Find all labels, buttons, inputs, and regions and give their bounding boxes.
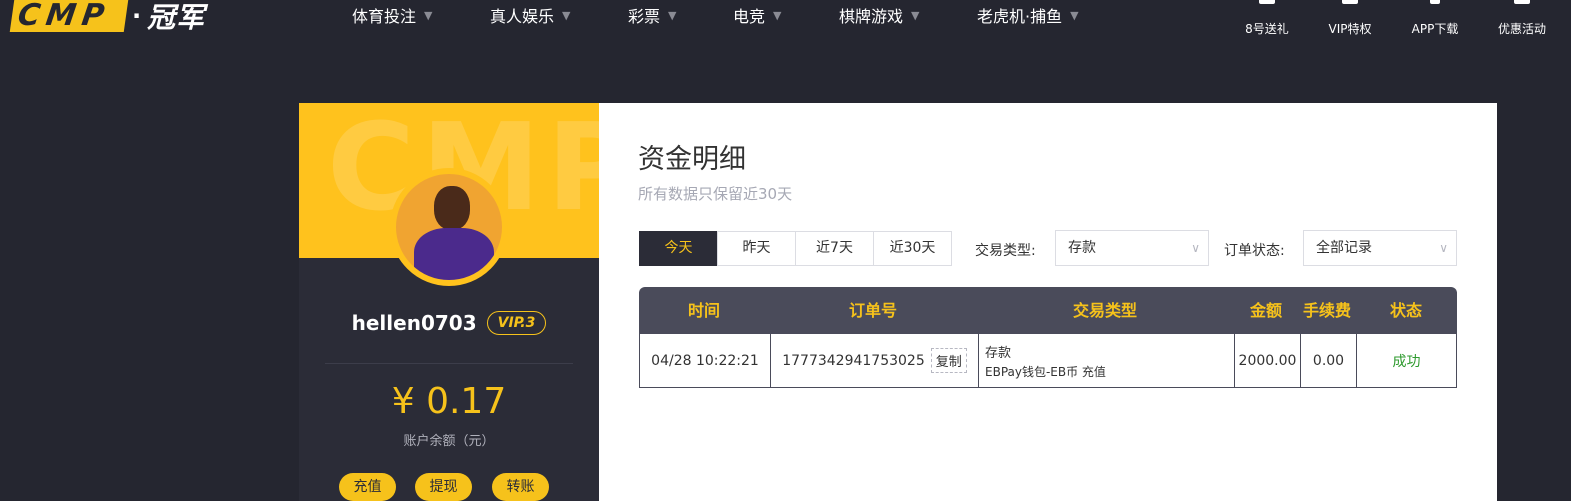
order-number: 1777342941753025 [782, 352, 925, 369]
order-status-select[interactable]: 全部记录 ∨ [1303, 230, 1457, 266]
tab-last-7-days[interactable]: 近7天 [795, 231, 874, 266]
tab-today[interactable]: 今天 [639, 231, 718, 266]
header-status: 状态 [1389, 301, 1422, 320]
nav-label: 真人娱乐 [490, 7, 555, 26]
cell-time: 04/28 10:22:21 [651, 352, 759, 369]
phone-icon [1430, 0, 1440, 4]
quick-link-label: 优惠活动 [1497, 22, 1546, 36]
chevron-down-icon: ▼ [668, 8, 677, 22]
nav-label: 老虎机·捕鱼 [977, 7, 1063, 26]
quick-link-promotions[interactable]: 优惠活动 [1482, 0, 1562, 40]
table-row: 04/28 10:22:21 1777342941753025 复制 存款 EB… [639, 334, 1457, 388]
avatar-head [434, 186, 470, 230]
chevron-down-icon: ▼ [1070, 8, 1079, 22]
username-row: hellen0703 VIP.3 [299, 311, 599, 335]
chevron-down-icon: ∨ [1191, 241, 1200, 255]
chevron-down-icon: ▼ [773, 8, 782, 22]
nav-item-slots-fishing[interactable]: 老虎机·捕鱼 ▼ [977, 0, 1079, 30]
withdraw-button[interactable]: 提现 [415, 473, 472, 501]
nav-label: 电竞 [733, 7, 766, 26]
order-status-label: 订单状态: [1224, 243, 1285, 259]
type-main: 存款 [985, 345, 1012, 361]
tab-yesterday[interactable]: 昨天 [717, 231, 796, 266]
copy-button[interactable]: 复制 [930, 348, 967, 373]
transfer-button[interactable]: 转账 [492, 473, 549, 501]
crown-icon [1342, 0, 1358, 4]
nav-item-sports[interactable]: 体育投注 ▼ [352, 0, 432, 30]
logo-dot: · [132, 2, 142, 30]
divider [325, 363, 573, 364]
chevron-down-icon: ▼ [911, 8, 920, 22]
tab-last-30-days[interactable]: 近30天 [873, 231, 952, 266]
type-detail: EBPay钱包-EB币 充值 [985, 364, 1106, 379]
avatar[interactable] [390, 168, 508, 286]
table-header: 时间 订单号 交易类型 金额 手续费 状态 [639, 287, 1457, 334]
select-value: 全部记录 [1316, 240, 1372, 256]
header-amount: 金额 [1249, 301, 1282, 320]
avatar-body [414, 228, 494, 280]
account-balance: ¥ 0.17 [391, 381, 507, 422]
profile-panel: CMP hellen0703 VIP.3 ¥ 0.17 账户余额（元） 充值 提… [299, 103, 599, 501]
quick-link-app[interactable]: APP下载 [1395, 0, 1475, 40]
cell-order-no: 1777342941753025 复制 [770, 334, 978, 387]
header-fee: 手续费 [1302, 301, 1351, 320]
nav-item-live-casino[interactable]: 真人娱乐 ▼ [490, 0, 570, 30]
date-range-tabs: 今天 昨天 近7天 近30天 [639, 231, 952, 266]
cell-status: 成功 [1356, 334, 1456, 387]
grid-icon [1514, 0, 1530, 4]
transaction-type-label: 交易类型: [975, 243, 1036, 259]
logo-name: 冠军 [147, 1, 206, 34]
nav-item-esports[interactable]: 电竞 ▼ [733, 0, 781, 30]
nav-label: 彩票 [628, 7, 661, 26]
username: hellen0703 [351, 311, 477, 335]
cell-amount: 2000.00 [1234, 334, 1300, 387]
chevron-down-icon: ▼ [562, 8, 571, 22]
nav-item-chess-games[interactable]: 棋牌游戏 ▼ [839, 0, 919, 30]
gift-icon [1259, 0, 1275, 4]
page-title: 资金明细 [638, 144, 746, 175]
header-order-no: 订单号 [848, 301, 897, 320]
quick-link-vip[interactable]: VIP特权 [1310, 0, 1390, 40]
nav-label: 体育投注 [352, 7, 417, 26]
logo-mark: CMP [9, 0, 129, 33]
nav-label: 棋牌游戏 [839, 7, 904, 26]
balance-label: 账户余额（元） [403, 434, 495, 449]
chevron-down-icon: ▼ [424, 8, 433, 22]
chevron-down-icon: ∨ [1439, 241, 1448, 255]
brand-logo[interactable]: CMP · 冠军 [9, 0, 205, 34]
transaction-type-select[interactable]: 存款 ∨ [1055, 230, 1209, 266]
header-time: 时间 [687, 301, 720, 320]
quick-link-label: APP下载 [1411, 22, 1459, 36]
status-badge: 成功 [1392, 353, 1421, 370]
select-value: 存款 [1068, 240, 1096, 256]
nav-item-lottery[interactable]: 彩票 ▼ [628, 0, 676, 30]
cell-fee: 0.00 [1300, 334, 1356, 387]
page-subtitle: 所有数据只保留近30天 [638, 185, 793, 203]
vip-badge[interactable]: VIP.3 [486, 311, 547, 335]
transactions-table: 时间 订单号 交易类型 金额 手续费 状态 04/28 10:22:21 177… [639, 287, 1457, 388]
fund-details-panel: 资金明细 所有数据只保留近30天 今天 昨天 近7天 近30天 交易类型: 存款… [599, 103, 1497, 501]
quick-link-gift[interactable]: 8号送礼 [1227, 0, 1307, 40]
top-navbar: CMP · 冠军 体育投注 ▼ 真人娱乐 ▼ 彩票 ▼ 电竞 ▼ 棋牌游戏 ▼ 老虎机·捕… [0, 0, 1571, 40]
quick-link-label: VIP特权 [1328, 22, 1372, 36]
cell-type: 存款 EBPay钱包-EB币 充值 [978, 334, 1234, 387]
deposit-button[interactable]: 充值 [339, 473, 396, 501]
header-type: 交易类型 [1072, 301, 1137, 320]
quick-link-label: 8号送礼 [1245, 22, 1289, 36]
